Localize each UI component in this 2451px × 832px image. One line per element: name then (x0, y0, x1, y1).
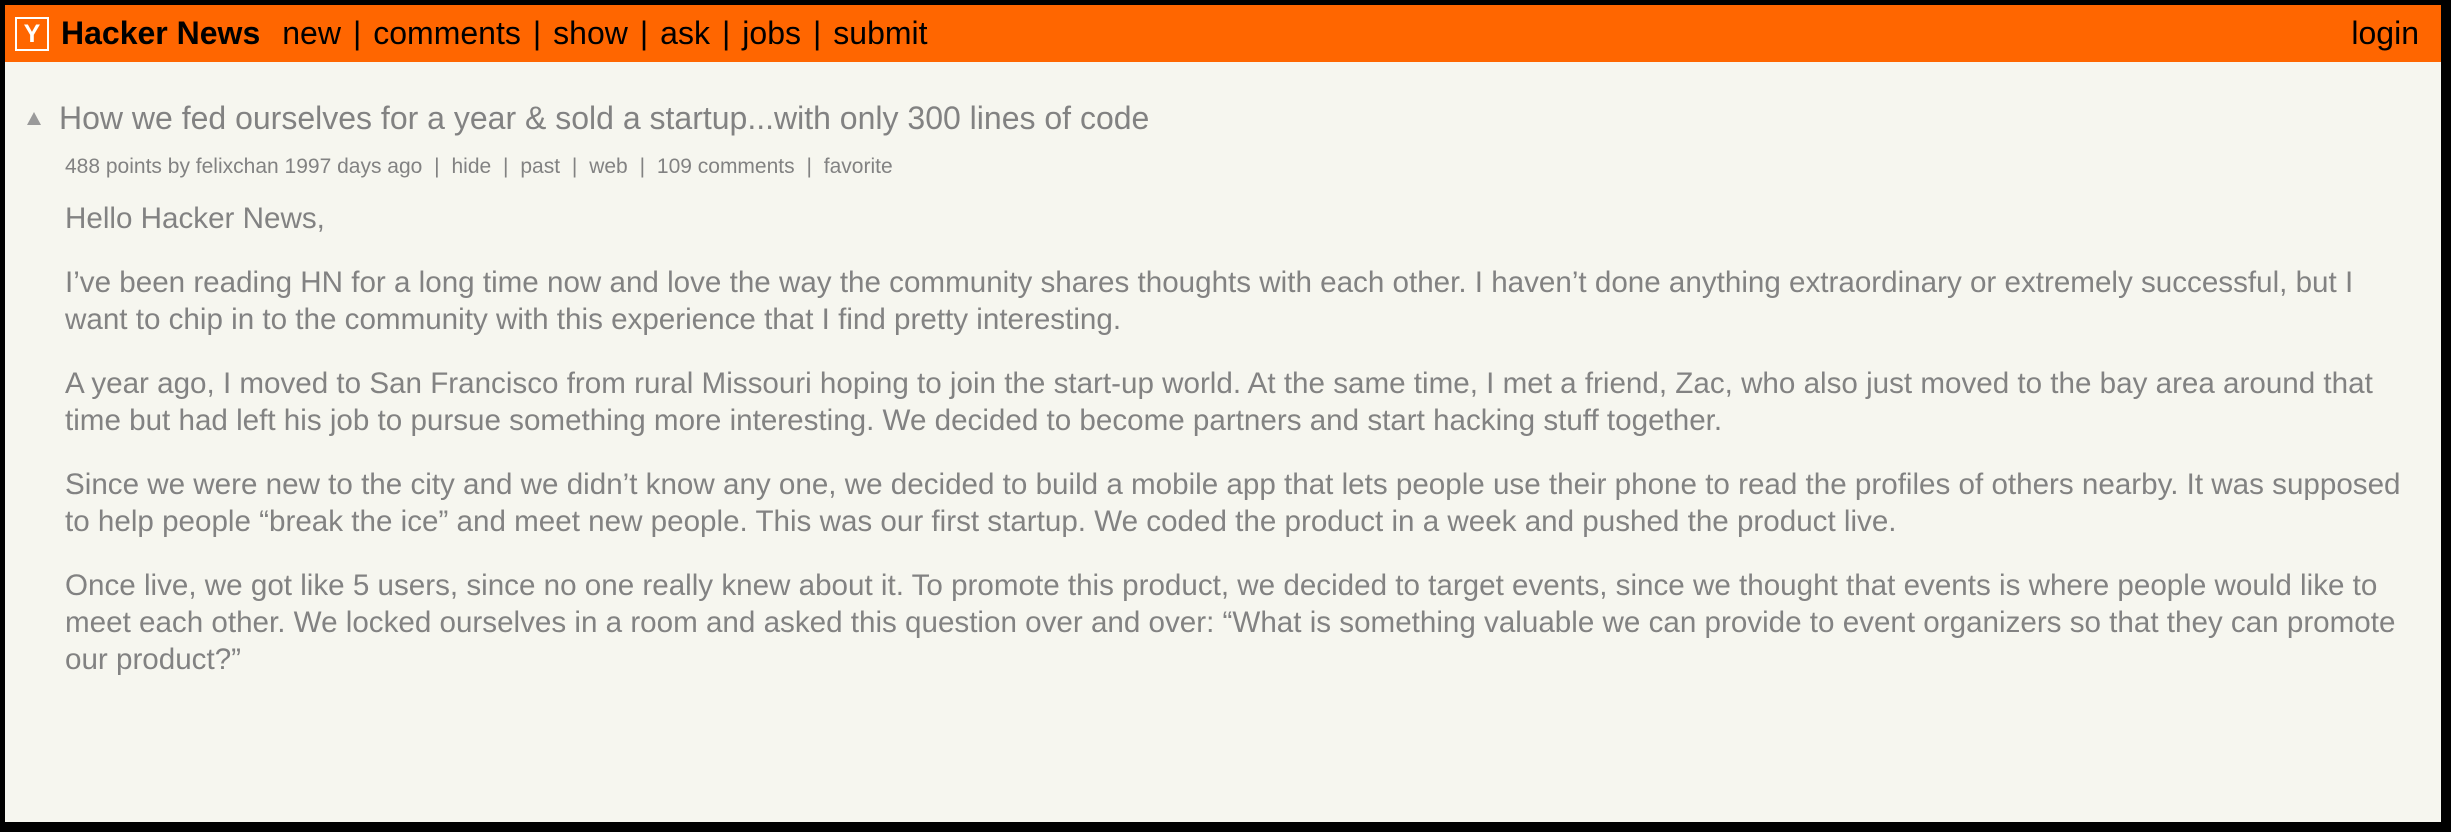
nav-separator: | (352, 15, 362, 51)
past-link[interactable]: past (520, 155, 560, 178)
nav-separator: | (532, 15, 542, 51)
story-subtext: 488 points by felixchan 1997 days ago | … (65, 155, 893, 179)
page-frame: Y Hacker News new | comments | show | as… (5, 5, 2441, 822)
subtext-separator: | (639, 155, 646, 178)
story-paragraph: Hello Hacker News, (65, 202, 325, 235)
hide-link[interactable]: hide (451, 155, 491, 178)
story-title-row: How we fed ourselves for a year & sold a… (27, 100, 1149, 137)
nav-links: new | comments | show | ask | jobs | sub… (282, 15, 927, 52)
nav-link-ask[interactable]: ask (660, 15, 710, 52)
by-label: by (167, 155, 190, 178)
login-link[interactable]: login (2351, 15, 2419, 52)
story-paragraph: Once live, we got like 5 users, since no… (65, 569, 2396, 676)
points-count: 488 points (65, 155, 162, 178)
subtext-separator: | (806, 155, 812, 178)
comments-link[interactable]: 109 comments (657, 155, 795, 178)
nav-separator: | (812, 15, 822, 51)
age-link[interactable]: 1997 days ago (285, 155, 423, 178)
subtext-separator: | (434, 155, 440, 178)
story-paragraph: Since we were new to the city and we did… (65, 468, 2401, 538)
site-name-link[interactable]: Hacker News (61, 15, 260, 52)
author-link[interactable]: felixchan (196, 155, 279, 178)
nav-link-comments[interactable]: comments (373, 15, 521, 52)
nav-separator: | (721, 15, 731, 51)
nav-link-new[interactable]: new (282, 15, 341, 52)
y-logo-icon[interactable]: Y (15, 16, 49, 51)
web-link[interactable]: web (589, 155, 628, 178)
nav-link-jobs[interactable]: jobs (742, 15, 801, 52)
favorite-link[interactable]: favorite (824, 155, 893, 178)
story-paragraph: A year ago, I moved to San Francisco fro… (65, 367, 2373, 437)
nav-link-submit[interactable]: submit (833, 15, 927, 52)
top-navigation-bar: Y Hacker News new | comments | show | as… (5, 5, 2441, 62)
nav-separator: | (639, 15, 649, 51)
story-paragraph: I’ve been reading HN for a long time now… (65, 266, 2354, 336)
nav-link-show[interactable]: show (553, 15, 628, 52)
story-title-link[interactable]: How we fed ourselves for a year & sold a… (59, 100, 1149, 137)
upvote-arrow-icon[interactable] (27, 112, 41, 125)
subtext-separator: | (503, 155, 509, 178)
subtext-separator: | (571, 155, 578, 178)
story-text: Hello Hacker News, I’ve been reading HN … (65, 200, 2405, 705)
